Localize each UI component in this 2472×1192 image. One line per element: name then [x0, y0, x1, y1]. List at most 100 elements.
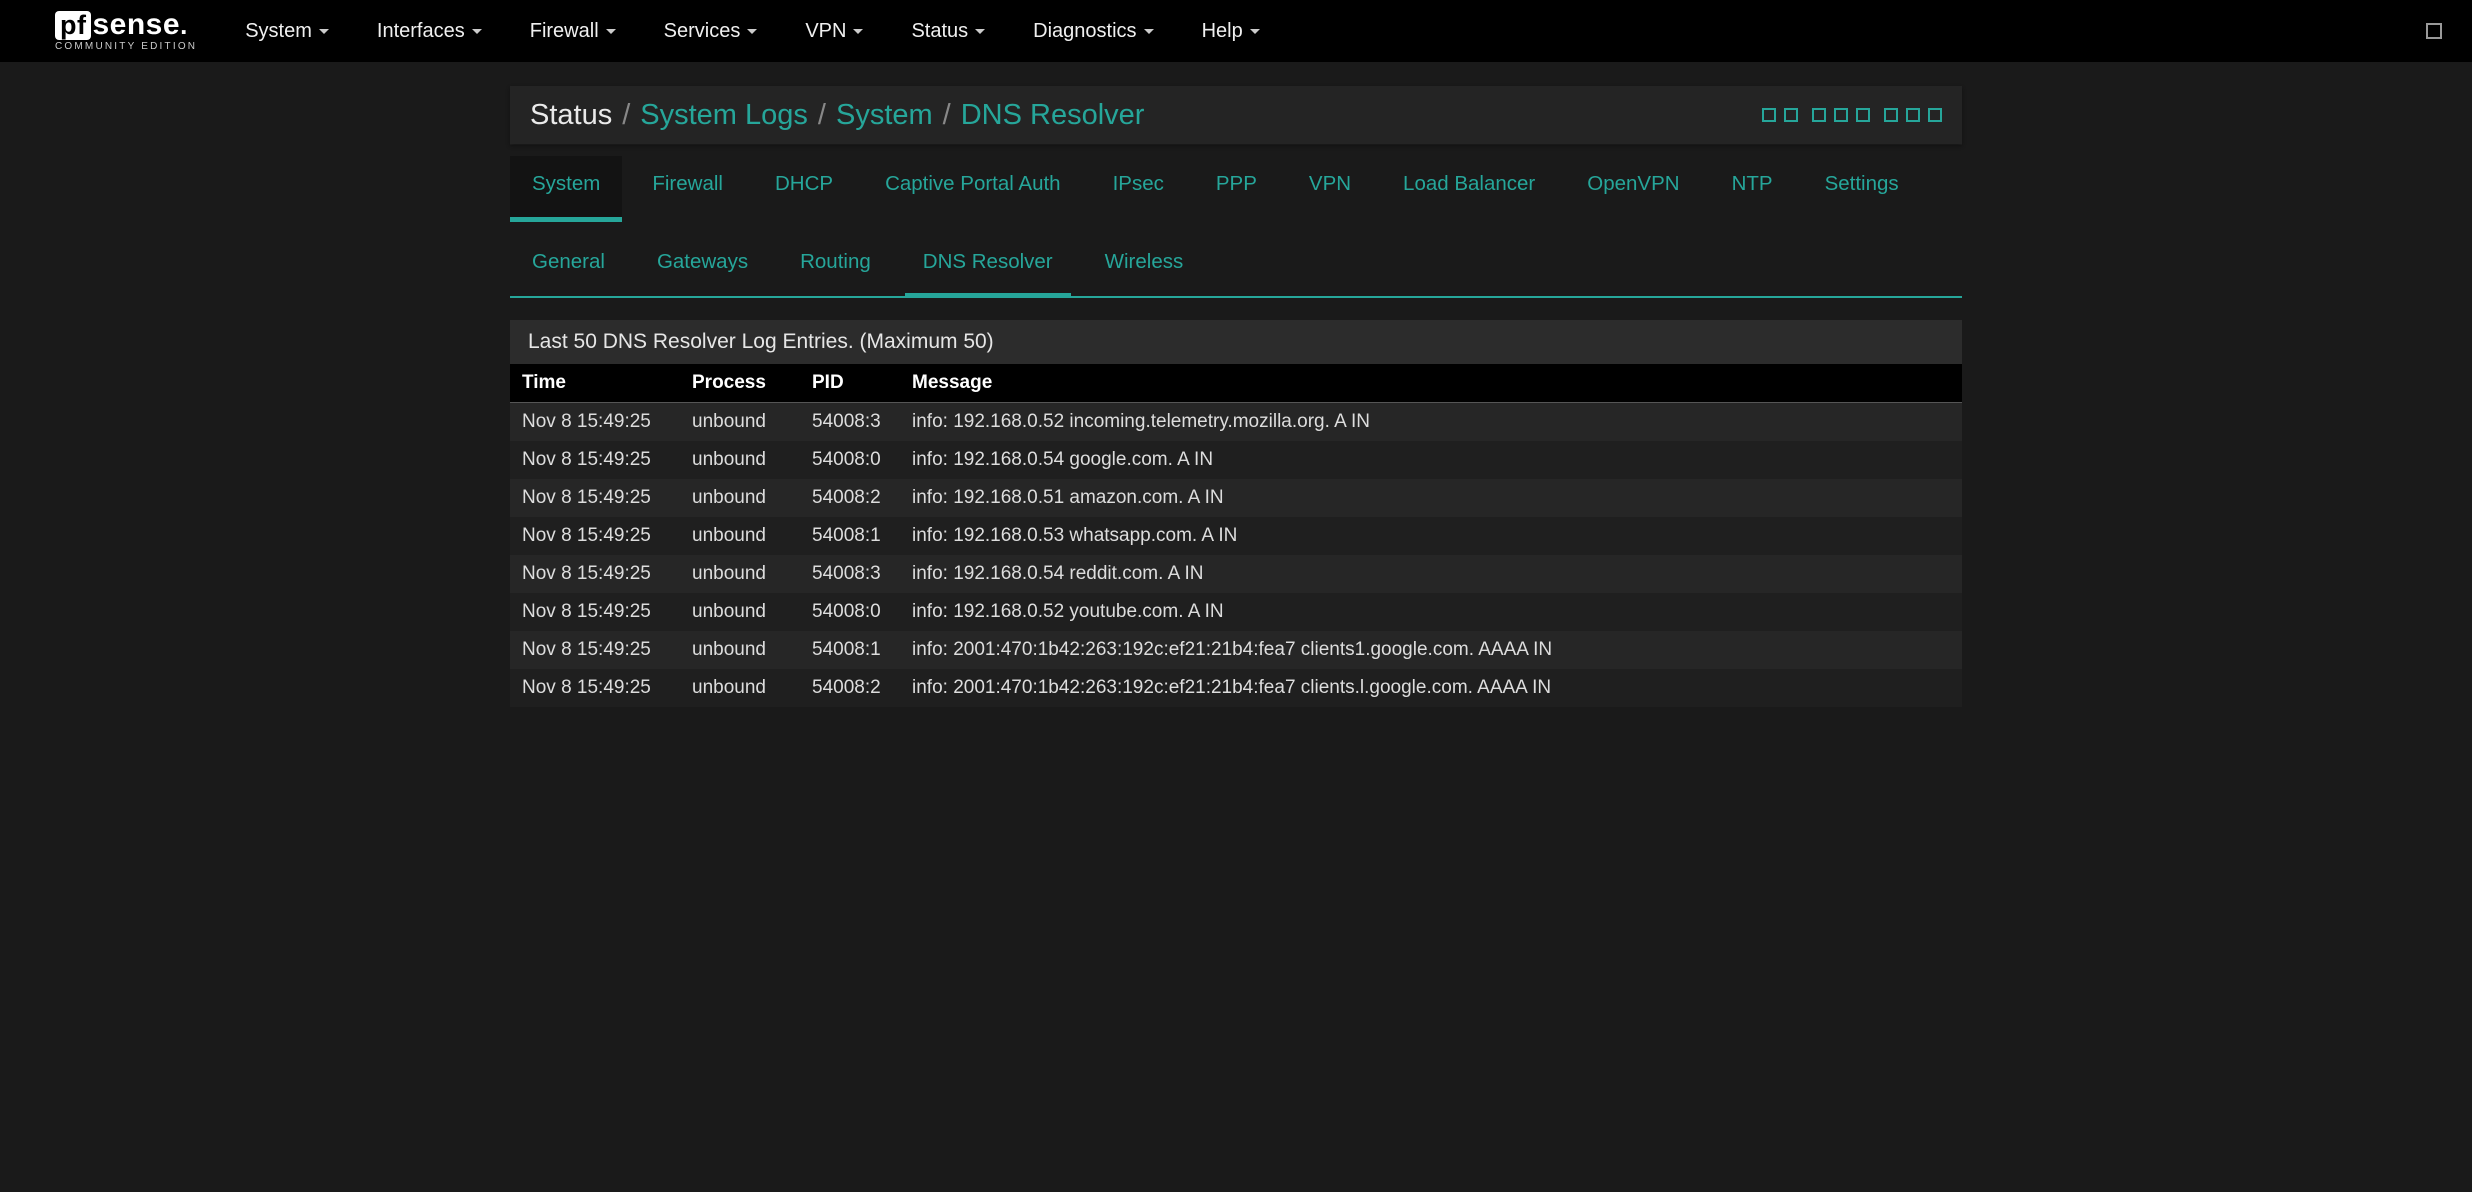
logo[interactable]: pfsense. COMMUNITY EDITION — [55, 10, 197, 52]
page-container: Status / System Logs / System / DNS Reso… — [510, 62, 1962, 707]
nav-right — [2426, 23, 2442, 39]
logo-subtitle: COMMUNITY EDITION — [55, 42, 197, 52]
action-icon[interactable] — [1928, 108, 1942, 122]
cell-process: unbound — [680, 631, 800, 669]
tab-openvpn[interactable]: OpenVPN — [1587, 172, 1679, 222]
nav-item-label: Status — [911, 20, 968, 43]
tab-vpn[interactable]: VPN — [1309, 172, 1351, 222]
chevron-down-icon — [747, 29, 757, 34]
cell-pid: 54008:0 — [800, 593, 900, 631]
nav-item-label: Diagnostics — [1033, 20, 1136, 43]
col-process[interactable]: Process — [680, 364, 800, 403]
subtab-dns-resolver[interactable]: DNS Resolver — [923, 250, 1053, 296]
cell-pid: 54008:1 — [800, 517, 900, 555]
cell-message: info: 2001:470:1b42:263:192c:ef21:21b4:f… — [900, 631, 1962, 669]
nav-item-label: System — [245, 20, 312, 43]
log-panel: Last 50 DNS Resolver Log Entries. (Maxim… — [510, 320, 1962, 707]
subtab-general[interactable]: General — [532, 250, 605, 296]
action-icon[interactable] — [1906, 108, 1920, 122]
navbar: pfsense. COMMUNITY EDITION System Interfa… — [0, 0, 2472, 62]
breadcrumb-sep: / — [622, 99, 630, 132]
nav-item-label: VPN — [805, 20, 846, 43]
breadcrumb-bar: Status / System Logs / System / DNS Reso… — [510, 86, 1962, 144]
breadcrumb: Status / System Logs / System / DNS Reso… — [530, 99, 1144, 132]
nav-action-icon[interactable] — [2426, 23, 2442, 39]
cell-message: info: 192.168.0.51 amazon.com. A IN — [900, 479, 1962, 517]
nav-item-label: Services — [664, 20, 741, 43]
tabs-primary: System Firewall DHCP Captive Portal Auth IPs… — [510, 144, 1962, 222]
action-icon[interactable] — [1762, 108, 1776, 122]
breadcrumb-link[interactable]: System Logs — [640, 99, 808, 132]
nav-item-firewall[interactable]: Firewall — [530, 20, 616, 43]
breadcrumb-link[interactable]: DNS Resolver — [961, 99, 1145, 132]
nav-items: System Interfaces Firewall Services VPN Statu… — [245, 20, 1259, 43]
cell-message: info: 2001:470:1b42:263:192c:ef21:21b4:f… — [900, 669, 1962, 707]
cell-pid: 54008:0 — [800, 441, 900, 479]
col-time[interactable]: Time — [510, 364, 680, 403]
tab-settings[interactable]: Settings — [1825, 172, 1899, 222]
chevron-down-icon — [853, 29, 863, 34]
tab-dhcp[interactable]: DHCP — [775, 172, 833, 222]
nav-item-vpn[interactable]: VPN — [805, 20, 863, 43]
action-icon[interactable] — [1812, 108, 1826, 122]
nav-item-label: Interfaces — [377, 20, 465, 43]
table-row: Nov 8 15:49:25unbound54008:3info: 192.16… — [510, 555, 1962, 593]
tab-system[interactable]: System — [510, 156, 622, 222]
logo-box: pf — [55, 11, 91, 40]
cell-message: info: 192.168.0.52 incoming.telemetry.mo… — [900, 403, 1962, 442]
cell-message: info: 192.168.0.54 reddit.com. A IN — [900, 555, 1962, 593]
action-icon[interactable] — [1884, 108, 1898, 122]
nav-item-label: Firewall — [530, 20, 599, 43]
cell-time: Nov 8 15:49:25 — [510, 593, 680, 631]
table-row: Nov 8 15:49:25unbound54008:3info: 192.16… — [510, 403, 1962, 442]
table-row: Nov 8 15:49:25unbound54008:2info: 192.16… — [510, 479, 1962, 517]
chevron-down-icon — [975, 29, 985, 34]
nav-item-interfaces[interactable]: Interfaces — [377, 20, 482, 43]
cell-process: unbound — [680, 669, 800, 707]
action-icon[interactable] — [1784, 108, 1798, 122]
subtab-wireless[interactable]: Wireless — [1105, 250, 1184, 296]
chevron-down-icon — [606, 29, 616, 34]
table-row: Nov 8 15:49:25unbound54008:0info: 192.16… — [510, 441, 1962, 479]
tab-ipsec[interactable]: IPsec — [1113, 172, 1164, 222]
logo-word: sense — [92, 10, 180, 40]
action-icon[interactable] — [1856, 108, 1870, 122]
nav-item-system[interactable]: System — [245, 20, 329, 43]
tab-ppp[interactable]: PPP — [1216, 172, 1257, 222]
chevron-down-icon — [1250, 29, 1260, 34]
cell-process: unbound — [680, 555, 800, 593]
tab-captive-portal-auth[interactable]: Captive Portal Auth — [885, 172, 1061, 222]
cell-process: unbound — [680, 441, 800, 479]
col-pid[interactable]: PID — [800, 364, 900, 403]
cell-pid: 54008:3 — [800, 403, 900, 442]
cell-time: Nov 8 15:49:25 — [510, 479, 680, 517]
tabs-secondary: General Gateways Routing DNS Resolver Wirele… — [510, 230, 1962, 296]
cell-process: unbound — [680, 517, 800, 555]
tab-ntp[interactable]: NTP — [1732, 172, 1773, 222]
cell-pid: 54008:2 — [800, 669, 900, 707]
breadcrumb-actions — [1762, 108, 1942, 122]
nav-item-status[interactable]: Status — [911, 20, 985, 43]
cell-message: info: 192.168.0.54 google.com. A IN — [900, 441, 1962, 479]
tab-firewall[interactable]: Firewall — [652, 172, 723, 222]
nav-item-help[interactable]: Help — [1202, 20, 1260, 43]
cell-pid: 54008:1 — [800, 631, 900, 669]
subtab-routing[interactable]: Routing — [800, 250, 871, 296]
table-row: Nov 8 15:49:25unbound54008:1info: 2001:4… — [510, 631, 1962, 669]
cell-process: unbound — [680, 593, 800, 631]
cell-pid: 54008:3 — [800, 555, 900, 593]
tab-load-balancer[interactable]: Load Balancer — [1403, 172, 1535, 222]
nav-item-label: Help — [1202, 20, 1243, 43]
subtab-gateways[interactable]: Gateways — [657, 250, 748, 296]
table-header-row: Time Process PID Message — [510, 364, 1962, 403]
col-message[interactable]: Message — [900, 364, 1962, 403]
cell-time: Nov 8 15:49:25 — [510, 555, 680, 593]
nav-item-diagnostics[interactable]: Diagnostics — [1033, 20, 1153, 43]
cell-time: Nov 8 15:49:25 — [510, 517, 680, 555]
nav-item-services[interactable]: Services — [664, 20, 758, 43]
action-icon[interactable] — [1834, 108, 1848, 122]
cell-message: info: 192.168.0.53 whatsapp.com. A IN — [900, 517, 1962, 555]
breadcrumb-link[interactable]: System — [836, 99, 933, 132]
chevron-down-icon — [1144, 29, 1154, 34]
breadcrumb-sep: / — [943, 99, 951, 132]
